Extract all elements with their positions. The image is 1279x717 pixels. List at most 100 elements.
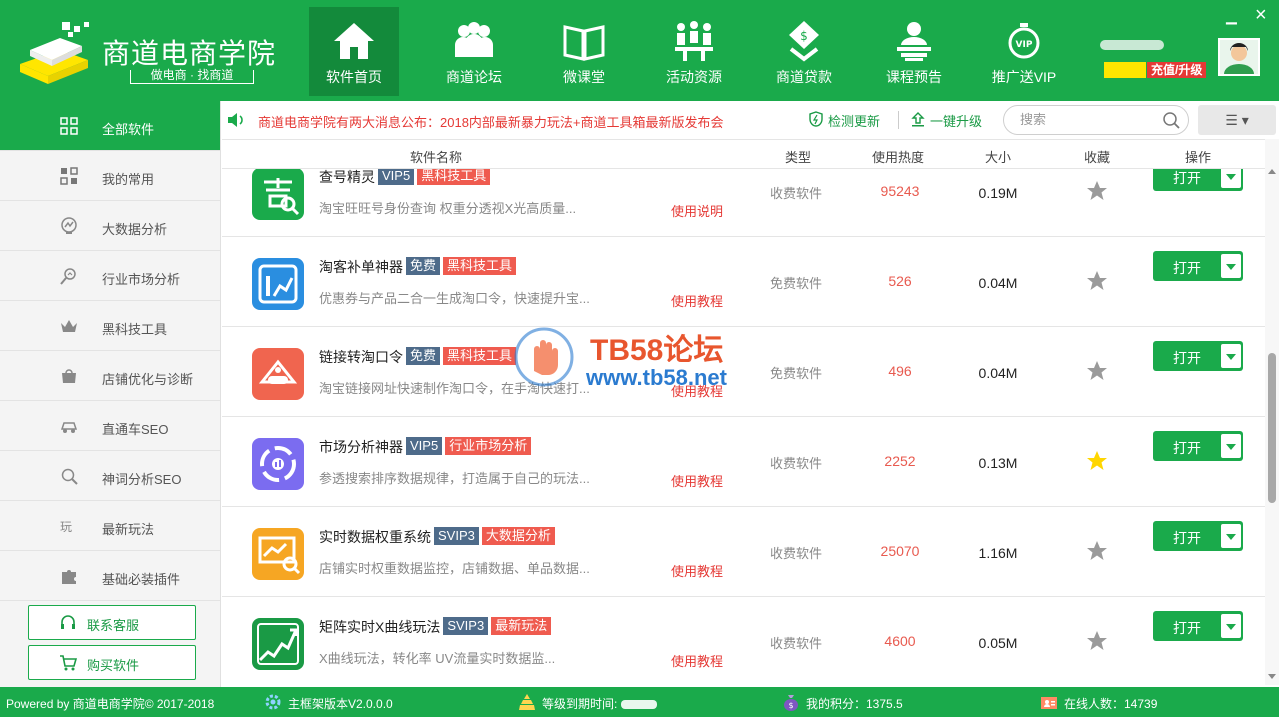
- logo-slogan: 做电商 · 找商道: [130, 69, 254, 84]
- svg-text:$: $: [800, 29, 808, 43]
- level-tag: VIP5: [378, 169, 415, 185]
- usage-guide-link[interactable]: 使用教程: [671, 561, 723, 580]
- app-icon[interactable]: [252, 618, 304, 670]
- sidebar-item-black-tech[interactable]: 黑科技工具: [0, 301, 220, 351]
- table-row: 淘客补单神器 免费 黑科技工具 优惠券与产品二合一生成淘口令，快速提升宝... 使用教程…: [222, 237, 1265, 327]
- open-button[interactable]: 打开: [1153, 251, 1243, 281]
- usage-guide-link[interactable]: 使用教程: [671, 291, 723, 310]
- loan-icon: $: [789, 21, 819, 62]
- software-list: 查号精灵 VIP5 黑科技工具 淘宝旺旺号身份查询 权重分透视X光高质量... 使用说明…: [222, 169, 1265, 679]
- one-key-upgrade-button[interactable]: 一键升级: [910, 111, 982, 130]
- sidebar-item-label: 店铺优化与诊断: [102, 372, 194, 387]
- book-icon: [563, 25, 605, 61]
- points-bag-icon: $: [784, 695, 798, 711]
- app-logo-icon: [258, 536, 301, 575]
- open-dropdown-chevron-icon[interactable]: [1221, 169, 1241, 188]
- app-icon[interactable]: [252, 258, 304, 310]
- open-dropdown-chevron-icon[interactable]: [1221, 254, 1241, 278]
- check-update-button[interactable]: 检测更新: [808, 111, 880, 130]
- app-logo-icon: [258, 359, 298, 384]
- favorite-star-icon[interactable]: [1086, 630, 1108, 652]
- favorite-star-icon[interactable]: [1086, 360, 1108, 382]
- scroll-down-arrow[interactable]: [1268, 674, 1276, 679]
- open-button[interactable]: 打开: [1153, 611, 1243, 641]
- usage-guide-link[interactable]: 使用教程: [671, 381, 723, 400]
- my-points: 我的积分：1375.5: [806, 697, 903, 711]
- category-tag: 黑科技工具: [417, 169, 491, 185]
- sidebar-item-market-analysis[interactable]: 行业市场分析: [0, 251, 220, 301]
- open-button[interactable]: 打开: [1153, 341, 1243, 371]
- software-name-line: 市场分析神器 VIP5 行业市场分析: [319, 437, 532, 457]
- favorite-star-icon[interactable]: [1086, 450, 1108, 472]
- view-mode-dropdown[interactable]: ☰ ▾: [1198, 105, 1276, 135]
- minimize-button[interactable]: ▁: [1226, 8, 1237, 25]
- usage-guide-link[interactable]: 使用教程: [671, 471, 723, 490]
- open-button[interactable]: 打开: [1153, 169, 1243, 191]
- open-dropdown-chevron-icon[interactable]: [1221, 344, 1241, 368]
- notice-bar: 商道电商学院有两大消息公布：2018内部最新暴力玩法+商道工具箱最新版发布会 检…: [222, 101, 1279, 139]
- software-name[interactable]: 市场分析神器: [319, 439, 403, 455]
- software-type: 收费软件: [770, 456, 823, 471]
- shop-icon: [62, 369, 76, 383]
- sidebar-item-through-train-seo[interactable]: 直通车SEO: [0, 401, 220, 451]
- software-name[interactable]: 查号精灵: [319, 169, 375, 185]
- scroll-thumb[interactable]: [1268, 353, 1276, 503]
- favorite-star-icon[interactable]: [1086, 270, 1108, 292]
- app-icon[interactable]: [252, 348, 304, 400]
- buy-software-button[interactable]: 购买软件: [28, 645, 196, 680]
- sidebar-item-shop-optimize[interactable]: 店铺优化与诊断: [0, 351, 220, 401]
- search-input[interactable]: [1020, 112, 1150, 127]
- nav-forum[interactable]: 商道论坛: [419, 7, 529, 96]
- category-tag: 最新玩法: [491, 617, 552, 635]
- software-name[interactable]: 实时数据权重系统: [319, 529, 431, 545]
- sidebar-item-keyword-seo[interactable]: 神词分析SEO: [0, 451, 220, 501]
- avatar[interactable]: [1218, 38, 1260, 76]
- scroll-up-arrow[interactable]: [1268, 169, 1276, 174]
- sidebar-item-label: 直通车SEO: [102, 422, 169, 437]
- open-dropdown-chevron-icon[interactable]: [1221, 524, 1241, 548]
- open-button[interactable]: 打开: [1153, 521, 1243, 551]
- sidebar-item-plugins[interactable]: 基础必装插件: [0, 551, 220, 601]
- logo-title: 商道电商学院: [102, 37, 277, 70]
- file-size: 0.19M: [978, 185, 1018, 201]
- app-icon[interactable]: [252, 438, 304, 490]
- recharge-upgrade-button[interactable]: 充值/升级: [1147, 62, 1207, 78]
- app-icon[interactable]: [252, 528, 304, 580]
- scrollbar[interactable]: [1265, 139, 1279, 685]
- sidebar-item-label: 最新玩法: [102, 522, 155, 537]
- open-dropdown-chevron-icon[interactable]: [1221, 614, 1241, 638]
- software-name[interactable]: 淘客补单神器: [319, 259, 403, 275]
- check-update-label: 检测更新: [828, 114, 881, 129]
- usage-guide-link[interactable]: 使用教程: [671, 651, 723, 670]
- usage-guide-link[interactable]: 使用说明: [671, 201, 723, 220]
- notice-text[interactable]: 商道电商学院有两大消息公布：2018内部最新暴力玩法+商道工具箱最新版发布会: [258, 112, 724, 131]
- sidebar: 全部软件 我的常用 大数据分析 行业市场分析 黑科技工具 店铺优化与诊断 直通车…: [0, 101, 221, 687]
- software-name-line: 链接转淘口令 免费 黑科技工具: [319, 347, 517, 367]
- nav-loan[interactable]: $ 商道贷款: [749, 7, 859, 96]
- open-label: 打开: [1173, 440, 1201, 456]
- online-count: 在线人数：14739: [1064, 697, 1158, 711]
- nav-activities[interactable]: 活动资源: [639, 7, 749, 96]
- app-icon[interactable]: [252, 169, 304, 220]
- favorite-star-icon[interactable]: [1086, 540, 1108, 562]
- sidebar-item-new-play[interactable]: 玩 最新玩法: [0, 501, 220, 551]
- contact-service-button[interactable]: 联系客服: [28, 605, 196, 640]
- category-tag: 黑科技工具: [443, 347, 517, 365]
- file-size: 0.13M: [978, 455, 1018, 471]
- open-button[interactable]: 打开: [1153, 431, 1243, 461]
- sidebar-item-favorites[interactable]: 我的常用: [0, 151, 220, 201]
- search-icon[interactable]: [1162, 111, 1180, 129]
- nav-classroom[interactable]: 微课堂: [529, 7, 639, 96]
- sidebar-item-big-data[interactable]: 大数据分析: [0, 201, 220, 251]
- software-type: 收费软件: [770, 546, 823, 561]
- close-button[interactable]: ×: [1255, 4, 1267, 27]
- nav-home[interactable]: 软件首页: [309, 7, 399, 96]
- software-name[interactable]: 矩阵实时X曲线玩法: [319, 619, 440, 635]
- nav-course-preview[interactable]: 课程预告: [859, 7, 969, 96]
- puzzle-icon: [62, 570, 76, 584]
- open-dropdown-chevron-icon[interactable]: [1221, 434, 1241, 458]
- nav-promote-vip[interactable]: VIP 推广送VIP: [969, 7, 1079, 96]
- favorite-star-icon[interactable]: [1086, 180, 1108, 202]
- sidebar-item-all-software[interactable]: 全部软件: [0, 101, 220, 151]
- software-name[interactable]: 链接转淘口令: [319, 349, 403, 365]
